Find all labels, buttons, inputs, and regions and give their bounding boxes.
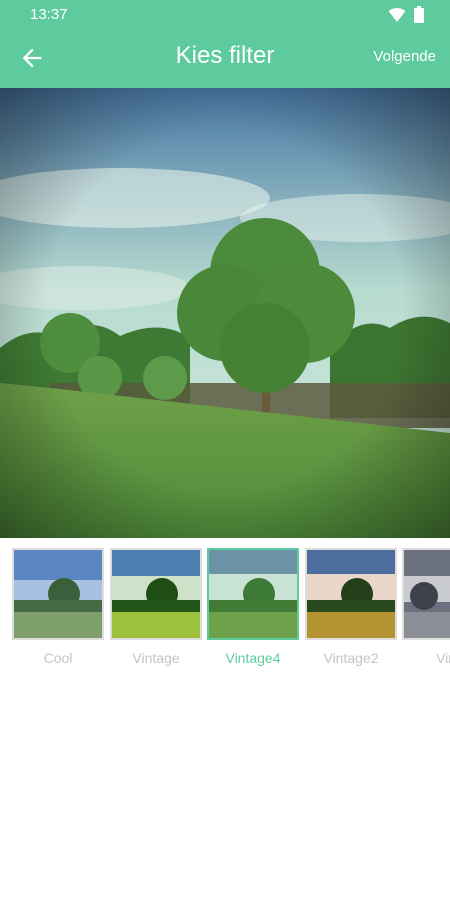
filter-thumbnail-selected[interactable]	[207, 548, 299, 640]
filter-label: Vintage	[132, 650, 180, 666]
filter-item-vintage2[interactable]: Vintage2	[305, 548, 397, 666]
filter-label: Cool	[43, 650, 73, 666]
filter-label: Vint	[436, 650, 450, 666]
status-icons	[388, 6, 424, 23]
filter-label: Vintage2	[323, 650, 379, 666]
filter-thumbnail[interactable]	[110, 548, 202, 640]
app-bar: 13:37 Kies filter Volgende	[0, 0, 450, 88]
status-time: 13:37	[30, 6, 68, 23]
filter-label-selected: Vintage4	[225, 650, 281, 666]
next-button[interactable]: Volgende	[373, 48, 436, 65]
filter-thumbnail[interactable]	[305, 548, 397, 640]
filter-item-cool[interactable]: Cool	[12, 548, 104, 666]
battery-icon	[414, 6, 424, 23]
filter-item-vintage4[interactable]: Vintage4	[207, 548, 299, 666]
filter-thumbnail[interactable]	[402, 548, 450, 640]
filter-item-vint[interactable]: Vint	[402, 548, 450, 666]
wifi-icon	[388, 7, 406, 22]
filter-strip[interactable]: Cool Vintage Vintage4 Vintage2 Vi	[0, 548, 450, 676]
filter-preview-image	[0, 88, 450, 538]
filter-thumbnail[interactable]	[12, 548, 104, 640]
filter-item-vintage[interactable]: Vintage	[110, 548, 202, 666]
